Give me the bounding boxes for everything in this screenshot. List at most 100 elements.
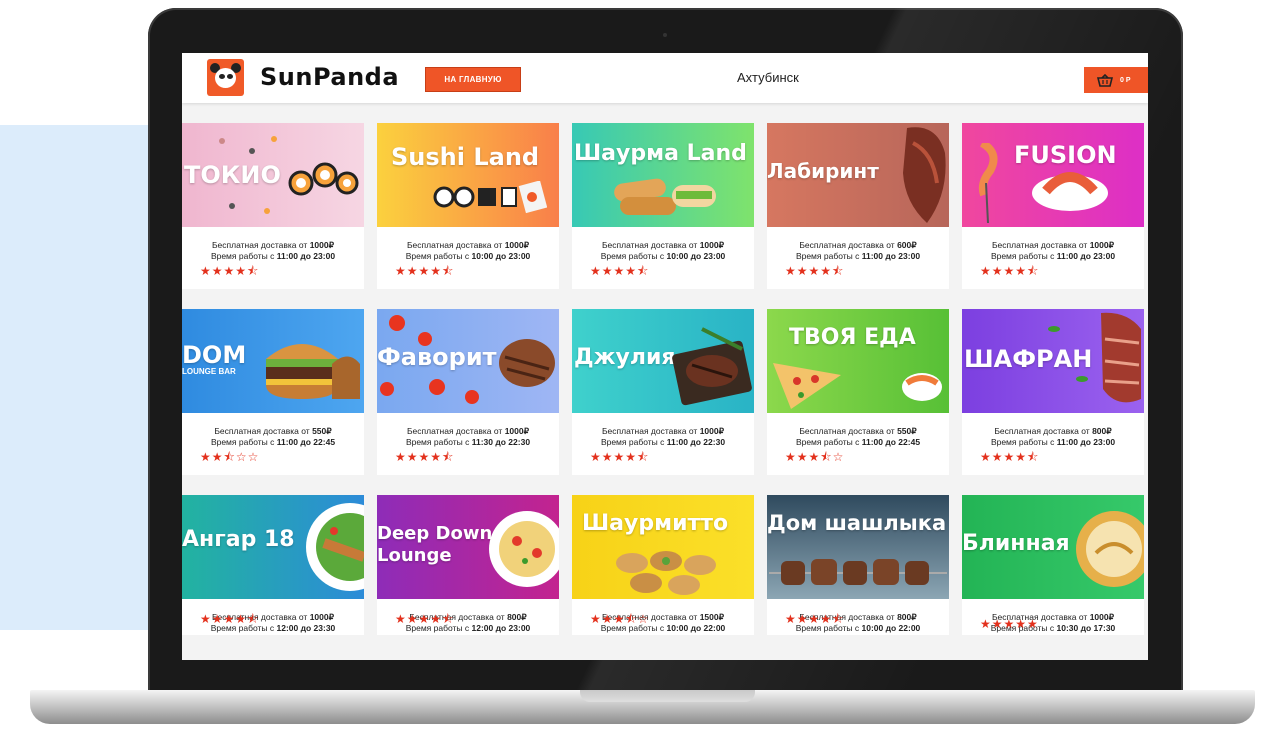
restaurant-banner: DOM LOUNGE BAR <box>182 309 364 413</box>
delivery-min: 1000₽ <box>309 240 335 250</box>
card-info: Бесплатная доставка от 1000₽ Время работ… <box>377 227 559 262</box>
restaurant-name: Шаурмитто <box>582 511 729 536</box>
restaurant-subtitle: LOUNGE BAR <box>182 367 236 376</box>
rating-stars: ★★★★⯪ <box>785 264 845 278</box>
delivery-min: 1000₽ <box>309 612 335 622</box>
restaurant-name: Deep Down <box>377 523 493 544</box>
rating-stars: ★★★★⯪ <box>395 450 455 464</box>
salad-plate-image <box>306 503 364 591</box>
restaurant-card-angar-18[interactable]: Ангар 18 Бесплатная доставка от 1000₽ Вр… <box>182 495 364 635</box>
shawarma-rolls-image <box>614 178 716 215</box>
card-info: Бесплатная доставка от 550₽ Время работы… <box>767 413 949 448</box>
restaurant-card-dom-shashlyka[interactable]: Дом шашлыка Бесплатная доставка от 800₽ … <box>767 495 949 635</box>
card-info: Бесплатная доставка от 1000₽ Время работ… <box>182 227 364 262</box>
cart-count: 0 Р <box>1120 76 1131 84</box>
hours-value: 12:00 до 23:00 <box>471 623 531 633</box>
restaurant-banner: Лабиринт <box>767 123 949 227</box>
pizza-sushi-image <box>773 363 942 409</box>
hours-value: 10:00 до 22:00 <box>861 623 921 633</box>
delivery-label: Бесплатная доставка от <box>799 426 898 436</box>
delivery-min: 1000₽ <box>699 426 725 436</box>
restaurant-card-sushi-land[interactable]: Sushi Land Бесплатная доставка от 1000₽ … <box>377 123 559 289</box>
restaurant-banner: ШАФРАН <box>962 309 1144 413</box>
restaurant-banner: ТВОЯ ЕДА <box>767 309 949 413</box>
tomatoes-steak-image <box>380 315 555 404</box>
hours-value: 10:00 до 23:00 <box>471 251 531 261</box>
restaurant-name: Джулия <box>574 345 676 370</box>
hours-label: Время работы с <box>210 437 277 447</box>
delivery-min: 600₽ <box>897 240 917 250</box>
restaurant-name: Блинная <box>962 531 1070 556</box>
hours-value: 10:00 до 22:00 <box>666 623 726 633</box>
restaurant-card-shaurma-land[interactable]: Шаурма Land Бесплатная доставка от 1000₽… <box>572 123 754 289</box>
delivery-min: 800₽ <box>897 612 917 622</box>
hours-value: 11:00 до 23:00 <box>276 251 336 261</box>
restaurant-card-dzhuliya[interactable]: Джулия Бесплатная доставка от 1000₽ Врем… <box>572 309 754 475</box>
hours-value: 12:00 до 23:30 <box>276 623 336 633</box>
restaurant-card-blinnaya[interactable]: Блинная Бесплатная доставка от 1000₽ Вре… <box>962 495 1144 635</box>
restaurant-card-tvoya-eda[interactable]: ТВОЯ ЕДА Бесплатная доставка от 550₽ Вре… <box>767 309 949 475</box>
card-info: Бесплатная доставка от 1000₽ Время работ… <box>377 413 559 448</box>
rating-stars: ★★★★⯪ <box>200 612 260 626</box>
restaurant-card-tokio[interactable]: ТОКИО Бесплатная доставка от 1000₽ Время… <box>182 123 364 289</box>
card-info: Бесплатная доставка от 550₽ Время работы… <box>182 413 364 448</box>
rating-stars: ★★★★⯪ <box>590 264 650 278</box>
restaurant-name: Лабиринт <box>767 159 879 183</box>
delivery-label: Бесплатная доставка от <box>991 240 1090 250</box>
restaurant-card-dom-lounge-bar[interactable]: DOM LOUNGE BAR Бесплатная доставка от 55… <box>182 309 364 475</box>
hours-value: 10:30 до 17:30 <box>1056 623 1116 633</box>
restaurant-name: Дом шашлыка <box>767 511 947 535</box>
restaurant-banner: Дом шашлыка <box>767 495 949 599</box>
rating-stars: ★★⯪☆☆ <box>200 450 260 464</box>
hours-label: Время работы с <box>600 251 667 261</box>
rating-stars: ★★★★⯪ <box>200 264 260 278</box>
restaurant-card-shafran[interactable]: ШАФРАН Бесплатная доставка от 800₽ Время… <box>962 309 1144 475</box>
rating-stars: ★★★⯪☆ <box>590 612 650 626</box>
rating-stars: ★★★★⯪ <box>785 612 845 626</box>
panda-logo-icon[interactable] <box>207 59 244 96</box>
city-selector[interactable]: Ахтубинск <box>737 70 799 85</box>
rating-stars: ★★★★⯪ <box>590 450 650 464</box>
cart-button[interactable]: 0 Р <box>1084 67 1148 93</box>
delivery-label: Бесплатная доставка от <box>799 240 898 250</box>
hours-label: Время работы с <box>795 437 862 447</box>
restaurant-banner: Блинная <box>962 495 1144 599</box>
restaurant-card-shaurmitto[interactable]: Шаурмитто Бесплатная доставка от 1500₽ В… <box>572 495 754 635</box>
card-info: Бесплатная доставка от 800₽ Время работы… <box>962 413 1144 448</box>
laptop-notch <box>580 690 755 702</box>
restaurant-name: DOM <box>182 341 247 369</box>
delivery-label: Бесплатная доставка от <box>601 426 700 436</box>
hours-label: Время работы с <box>990 251 1057 261</box>
site-header: SunPanda НА ГЛАВНУЮ Ахтубинск 0 Р <box>182 53 1148 103</box>
restaurant-card-fusion[interactable]: FUSION Бесплатная доставка от 1000₽ Врем… <box>962 123 1144 289</box>
restaurant-banner: ТОКИО <box>182 123 364 227</box>
hours-value: 11:00 до 23:00 <box>1056 251 1116 261</box>
restaurant-name: Sushi Land <box>391 143 540 171</box>
rating-stars: ★★★★⯪ <box>395 612 455 626</box>
hours-value: 10:00 до 23:00 <box>666 251 726 261</box>
hours-label: Время работы с <box>210 251 277 261</box>
restaurant-card-deep-down-lounge[interactable]: Deep Down Lounge Бесплатная доставка от … <box>377 495 559 635</box>
pancakes-plate-image <box>1076 511 1144 587</box>
home-button[interactable]: НА ГЛАВНУЮ <box>425 67 521 92</box>
delivery-min: 550₽ <box>312 426 332 436</box>
hours-value: 11:00 до 22:45 <box>861 437 921 447</box>
hours-label: Время работы с <box>405 251 472 261</box>
restaurant-card-labirint[interactable]: Лабиринт Бесплатная доставка от 600₽ Вре… <box>767 123 949 289</box>
rating-stars: ★★★★★ <box>980 617 1039 631</box>
steak-image <box>903 127 946 223</box>
rating-stars: ★★★⯪☆ <box>785 450 845 464</box>
delivery-min: 1000₽ <box>504 426 530 436</box>
shawarma-pieces-image <box>616 551 716 595</box>
burger-image <box>266 344 360 399</box>
hours-value: 11:00 до 23:00 <box>861 251 921 261</box>
delivery-label: Бесплатная доставка от <box>214 426 313 436</box>
delivery-label: Бесплатная доставка от <box>994 426 1093 436</box>
card-info: Бесплатная доставка от 600₽ Время работы… <box>767 227 949 262</box>
brand-name[interactable]: SunPanda <box>260 63 399 91</box>
sesame-dots-decor <box>219 136 277 214</box>
shrimp-plate-image <box>978 143 1108 223</box>
restaurant-card-favorit[interactable]: Фаворит Бесплатная доставка от 1000₽ Вре… <box>377 309 559 475</box>
card-info: Бесплатная доставка от 1000₽ Время работ… <box>572 227 754 262</box>
hours-value: 11:00 до 23:00 <box>1056 437 1116 447</box>
